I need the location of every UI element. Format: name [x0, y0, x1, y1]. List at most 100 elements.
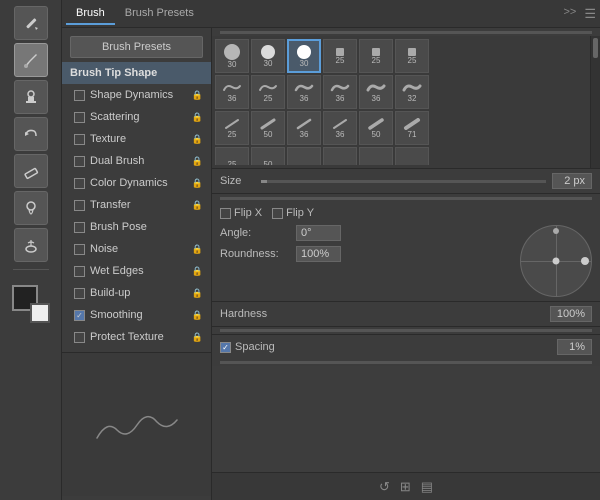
wet-edges-check[interactable] [74, 266, 85, 277]
preset-num: 25 [336, 56, 345, 65]
tool-stamp[interactable] [14, 80, 48, 114]
preset-item[interactable] [323, 147, 357, 165]
option-smoothing[interactable]: ✓ Smoothing 🔒 [62, 304, 211, 326]
option-build-up[interactable]: Build-up 🔒 [62, 282, 211, 304]
hardness-value[interactable]: 100% [550, 306, 592, 322]
preset-item[interactable]: 30 [251, 39, 285, 73]
preset-num: 36 [372, 94, 381, 103]
preset-item[interactable]: 25 [251, 75, 285, 109]
preset-item[interactable] [287, 147, 321, 165]
preset-item[interactable]: 50 [359, 111, 393, 145]
preset-item[interactable]: 25 [359, 39, 393, 73]
preset-item[interactable]: 36 [287, 75, 321, 109]
preset-item[interactable] [359, 147, 393, 165]
spacing-row: ✓ Spacing 1% [212, 334, 600, 359]
panel-menu-icon[interactable]: ▤ [421, 479, 433, 495]
brush-presets-button[interactable]: Brush Presets [70, 36, 203, 58]
option-noise[interactable]: Noise 🔒 [62, 238, 211, 260]
option-dual-brush[interactable]: Dual Brush 🔒 [62, 150, 211, 172]
noise-check[interactable] [74, 244, 85, 255]
tool-eraser[interactable] [14, 154, 48, 188]
spacing-value[interactable]: 1% [557, 339, 592, 355]
color-swatches[interactable] [12, 285, 50, 323]
option-transfer[interactable]: Transfer 🔒 [62, 194, 211, 216]
scattering-label: Scattering [90, 111, 187, 123]
slider-track[interactable] [220, 197, 592, 200]
tool-pencil[interactable] [14, 6, 48, 40]
preset-item[interactable] [395, 147, 429, 165]
expand-icon[interactable]: >> [563, 6, 576, 22]
color-dynamics-check[interactable] [74, 178, 85, 189]
transfer-check[interactable] [74, 200, 85, 211]
flip-y-label: Flip Y [286, 207, 314, 219]
compass-center [553, 258, 560, 265]
preset-item[interactable]: 36 [215, 75, 249, 109]
preset-item[interactable]: 32 [395, 75, 429, 109]
angle-input[interactable] [296, 225, 341, 241]
preset-item[interactable]: 25 [215, 111, 249, 145]
background-color[interactable] [30, 303, 50, 323]
preset-item[interactable]: 36 [323, 75, 357, 109]
scrollbar-thumb[interactable] [593, 38, 598, 58]
spacing-checkbox[interactable]: ✓ [220, 342, 231, 353]
compass-right-handle[interactable] [581, 257, 589, 265]
top-slider-track[interactable] [220, 31, 592, 34]
presets-scrollbar[interactable] [590, 36, 600, 168]
tool-brush[interactable] [14, 43, 48, 77]
option-color-dynamics[interactable]: Color Dynamics 🔒 [62, 172, 211, 194]
preset-item[interactable]: 30 [215, 39, 249, 73]
flip-x-group: Flip X [220, 207, 262, 219]
flip-y-checkbox[interactable] [272, 208, 283, 219]
scattering-check[interactable] [74, 112, 85, 123]
option-brush-tip-shape[interactable]: Brush Tip Shape [62, 62, 211, 84]
color-dynamics-label: Color Dynamics [90, 177, 187, 189]
preset-item[interactable]: 25 [323, 39, 357, 73]
size-row: Size 2 px [212, 169, 600, 194]
tab-brush[interactable]: Brush [66, 3, 115, 25]
tool-smudge[interactable] [14, 191, 48, 225]
preset-item[interactable]: 25 [215, 147, 249, 165]
preset-item[interactable]: 50 [251, 111, 285, 145]
hardness-slider-track[interactable] [220, 329, 592, 332]
preset-item[interactable]: 36 [359, 75, 393, 109]
smoothing-check[interactable]: ✓ [74, 310, 85, 321]
build-up-check[interactable] [74, 288, 85, 299]
preset-num: 25 [372, 56, 381, 65]
preset-item[interactable]: 50 [251, 147, 285, 165]
size-slider-track[interactable] [261, 180, 546, 183]
flip-row: Flip X Flip Y [212, 203, 600, 221]
brush-pose-check[interactable] [74, 222, 85, 233]
roundness-input[interactable] [296, 246, 341, 262]
preset-item[interactable]: 36 [323, 111, 357, 145]
preset-item[interactable]: 36 [287, 111, 321, 145]
create-new-icon[interactable]: ↺ [379, 479, 390, 495]
option-brush-pose[interactable]: Brush Pose [62, 216, 211, 238]
option-scattering[interactable]: Scattering 🔒 [62, 106, 211, 128]
hardness-label: Hardness [220, 308, 550, 320]
option-protect-texture[interactable]: Protect Texture 🔒 [62, 326, 211, 348]
grid-view-icon[interactable]: ⊞ [400, 479, 411, 495]
tab-brush-presets[interactable]: Brush Presets [115, 3, 204, 25]
tool-burn[interactable] [14, 228, 48, 262]
compass-widget[interactable] [520, 225, 592, 297]
brush-options-list: Brush Presets Brush Tip Shape Shape Dyna… [62, 28, 212, 500]
size-value[interactable]: 2 px [552, 173, 592, 189]
lock-icon-dual: 🔒 [192, 156, 203, 167]
protect-texture-check[interactable] [74, 332, 85, 343]
compass-top-handle[interactable] [553, 228, 559, 234]
shape-dynamics-check[interactable] [74, 90, 85, 101]
texture-check[interactable] [74, 134, 85, 145]
tool-history-brush[interactable] [14, 117, 48, 151]
roundness-label: Roundness: [220, 248, 292, 260]
menu-icon[interactable]: ☰ [584, 6, 596, 22]
option-shape-dynamics[interactable]: Shape Dynamics 🔒 [62, 84, 211, 106]
lock-icon-smooth: 🔒 [192, 310, 203, 321]
preset-item[interactable]: 25 [395, 39, 429, 73]
flip-x-checkbox[interactable] [220, 208, 231, 219]
preset-item-selected[interactable]: 30 [287, 39, 321, 73]
option-wet-edges[interactable]: Wet Edges 🔒 [62, 260, 211, 282]
dual-brush-check[interactable] [74, 156, 85, 167]
preset-item[interactable]: 71 [395, 111, 429, 145]
option-texture[interactable]: Texture 🔒 [62, 128, 211, 150]
spacing-slider-track[interactable] [220, 361, 592, 364]
